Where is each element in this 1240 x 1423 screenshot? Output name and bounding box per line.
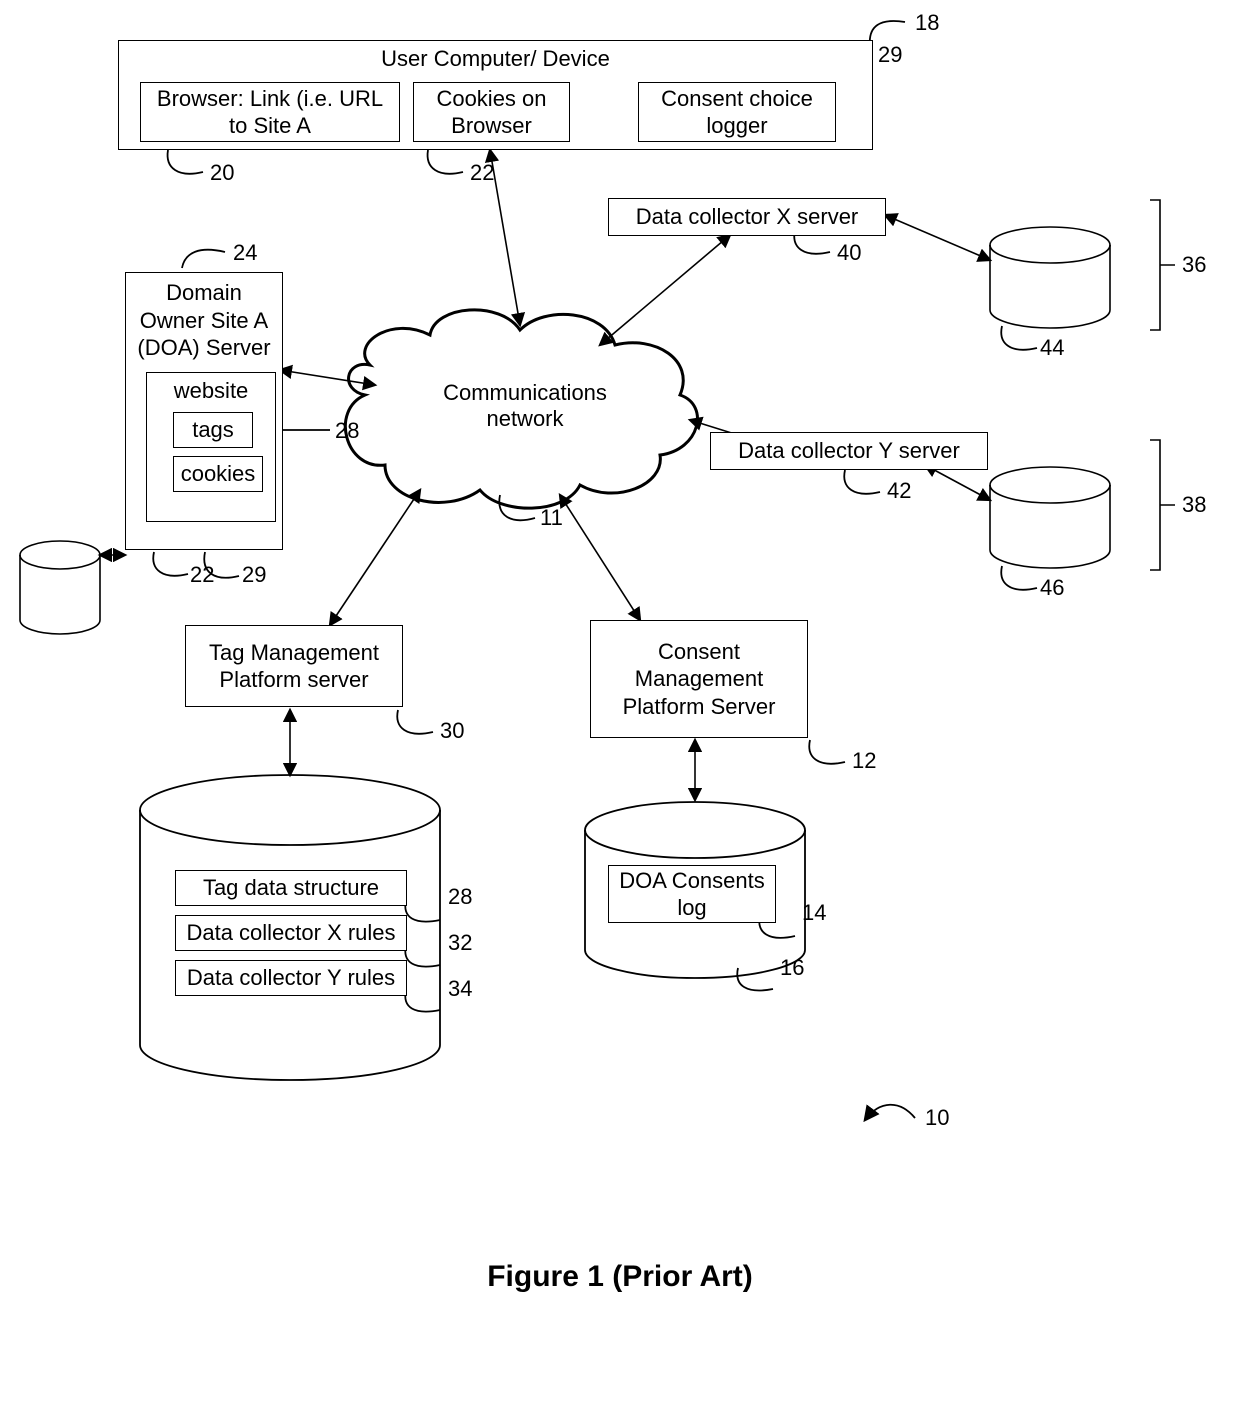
cookies-on-browser: Cookies on Browser xyxy=(413,82,570,142)
doa-website-label: website xyxy=(153,377,269,405)
ref-10: 10 xyxy=(925,1105,949,1131)
tag-ds-text: Tag data structure xyxy=(203,874,379,902)
conn-tmp-cloud xyxy=(330,490,420,625)
doa-tags: tags xyxy=(173,412,253,448)
ref-36: 36 xyxy=(1182,252,1206,278)
dcy-text: Data collector Y server xyxy=(738,437,960,465)
doa-server-title: Domain Owner Site A (DOA) Server xyxy=(132,279,276,362)
conn-cmp-cloud xyxy=(560,495,640,620)
conn-dcy-db xyxy=(925,465,990,500)
tag-management-platform-server: Tag Management Platform server xyxy=(185,625,403,707)
doa-server: Domain Owner Site A (DOA) Server website… xyxy=(125,272,283,550)
dcx-text: Data collector X server xyxy=(636,203,859,231)
cylinder-db-y xyxy=(990,467,1110,568)
ref-38: 38 xyxy=(1182,492,1206,518)
dcy-rules-text: Data collector Y rules xyxy=(187,964,395,992)
cylinder-db-x xyxy=(990,227,1110,328)
browser-link-text: Browser: Link (i.e. URL to Site A xyxy=(147,85,393,140)
ref-44: 44 xyxy=(1040,335,1064,361)
doa-tags-text: tags xyxy=(192,416,234,444)
doa-cookies: cookies xyxy=(173,456,263,492)
bracket-36 xyxy=(1150,200,1175,330)
ref-28a: 28 xyxy=(335,418,359,444)
conn-cookies-cloud xyxy=(490,150,520,325)
diagram-canvas: User Computer/ Device Browser: Link (i.e… xyxy=(0,0,1240,1423)
ref-29b: 29 xyxy=(242,562,266,588)
browser-link: Browser: Link (i.e. URL to Site A xyxy=(140,82,400,142)
cmp-text: Consent Management Platform Server xyxy=(597,638,801,721)
tmp-text: Tag Management Platform server xyxy=(192,639,396,694)
ref-30: 30 xyxy=(440,718,464,744)
tag-data-structure: Tag data structure xyxy=(175,870,407,906)
cylinder-doa-db xyxy=(20,541,100,634)
conn-dcx-db xyxy=(885,215,990,260)
ref-24: 24 xyxy=(233,240,257,266)
comms-network-label: Communications network xyxy=(420,380,630,432)
dcx-rules-text: Data collector X rules xyxy=(186,919,395,947)
ref-29a: 29 xyxy=(878,42,902,68)
data-collector-y-server: Data collector Y server xyxy=(710,432,988,470)
ref-42: 42 xyxy=(887,478,911,504)
ref-14: 14 xyxy=(802,900,826,926)
user-computer-title: User Computer/ Device xyxy=(381,45,610,73)
ref-34: 34 xyxy=(448,976,472,1002)
ref-22b: 22 xyxy=(190,562,214,588)
figure-caption: Figure 1 (Prior Art) xyxy=(0,1260,1240,1294)
data-collector-y-rules: Data collector Y rules xyxy=(175,960,407,996)
data-collector-x-rules: Data collector X rules xyxy=(175,915,407,951)
doa-website: website tags cookies xyxy=(146,372,276,522)
data-collector-x-server: Data collector X server xyxy=(608,198,886,236)
ref-16: 16 xyxy=(780,955,804,981)
ref-11: 11 xyxy=(540,505,563,531)
doa-cookies-text: cookies xyxy=(181,460,256,488)
doa-consents-log-text: DOA Consents log xyxy=(615,867,769,922)
ref-18: 18 xyxy=(915,10,939,36)
consent-choice-logger: Consent choice logger xyxy=(638,82,836,142)
ref-12: 12 xyxy=(852,748,876,774)
ref-40: 40 xyxy=(837,240,861,266)
consent-management-platform-server: Consent Management Platform Server xyxy=(590,620,808,738)
bracket-38 xyxy=(1150,440,1175,570)
doa-consents-log: DOA Consents log xyxy=(608,865,776,923)
ref-22a: 22 xyxy=(470,160,494,186)
cookies-on-browser-text: Cookies on Browser xyxy=(420,85,563,140)
ref-32: 32 xyxy=(448,930,472,956)
ref-46: 46 xyxy=(1040,575,1064,601)
ref-20: 20 xyxy=(210,160,234,186)
ref-28b: 28 xyxy=(448,884,472,910)
consent-logger-text: Consent choice logger xyxy=(645,85,829,140)
conn-dcx-cloud xyxy=(600,235,730,345)
